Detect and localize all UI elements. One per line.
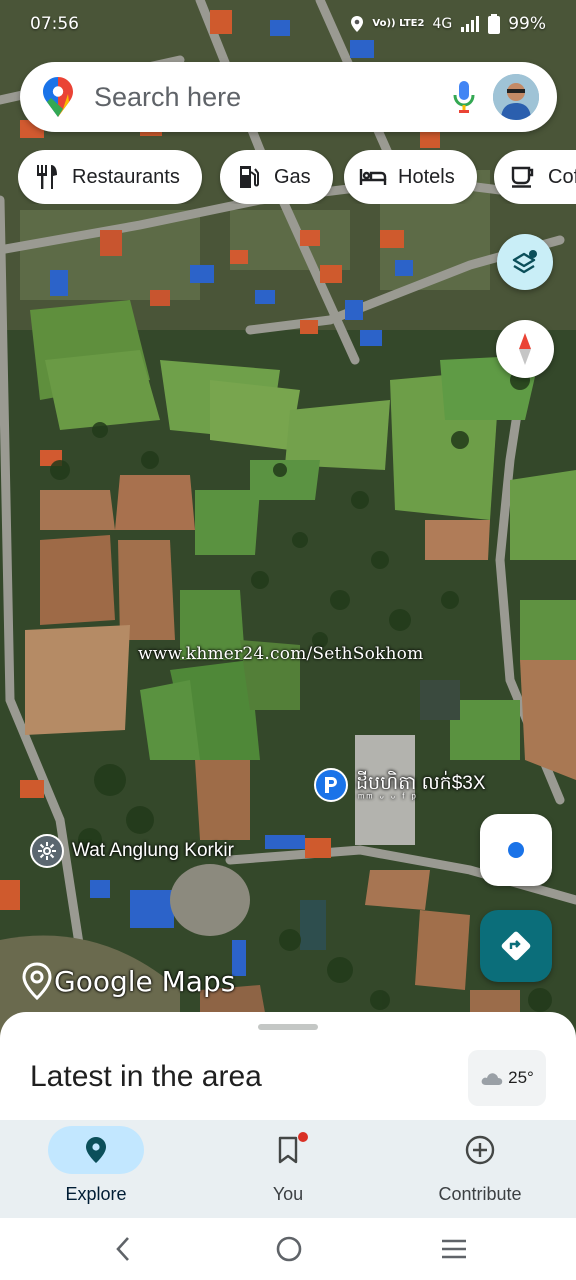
hotel-icon (358, 162, 388, 192)
recents-menu-icon[interactable] (440, 1234, 468, 1264)
wat-anglung-korkir-poi[interactable]: Wat Anglung Korkir (30, 834, 234, 868)
category-chips: Restaurants Gas Hotels Coffee (18, 150, 576, 204)
system-navigation-bar (0, 1218, 576, 1280)
khmer24-watermark: www.khmer24.com/SethSokhom (138, 644, 424, 664)
my-location-button[interactable] (480, 814, 552, 886)
sheet-title: Latest in the area (30, 1060, 262, 1093)
status-icons: Vo)) LTE2 4G 99% (350, 14, 546, 34)
nav-label: Explore (65, 1184, 127, 1204)
add-circle-icon (465, 1135, 495, 1165)
my-location-icon (508, 842, 524, 858)
contribute-pill (432, 1126, 528, 1174)
chip-hotels[interactable]: Hotels (344, 150, 477, 204)
cloud-icon (481, 1073, 503, 1085)
search-bar[interactable]: Search here (20, 62, 557, 132)
account-avatar[interactable] (493, 74, 539, 120)
directions-icon (501, 931, 531, 961)
nav-contribute[interactable]: Contribute (384, 1120, 576, 1218)
layers-button[interactable] (497, 234, 553, 290)
sheet-drag-handle[interactable] (258, 1024, 318, 1030)
chip-gas[interactable]: Gas (220, 150, 333, 204)
maps-pin-logo-icon (22, 962, 52, 1000)
back-icon[interactable] (110, 1234, 136, 1264)
notification-badge (298, 1132, 308, 1142)
restaurant-icon (32, 162, 62, 192)
weather-chip[interactable]: 25° (468, 1050, 546, 1106)
temperature: 25° (508, 1068, 534, 1087)
chip-label: Restaurants (72, 165, 180, 188)
google-maps-logo: Google Maps (22, 962, 235, 1000)
compass-button[interactable] (496, 320, 554, 378)
battery-percent: 99% (508, 14, 546, 34)
bottom-navigation: Explore You Contribute (0, 1120, 576, 1218)
google-maps-logo-text: Google Maps (54, 964, 236, 998)
search-input[interactable]: Search here (94, 82, 241, 113)
status-bar: 07:56 Vo)) LTE2 4G 99% (0, 0, 576, 48)
parking-poi[interactable]: ដីបហិតា លក់$3X ᵐᵐ ᵕ ᵕ ᶠ ᵖ (314, 768, 486, 804)
chip-label: Hotels (398, 165, 455, 188)
volte-indicator: Vo)) LTE2 (372, 18, 425, 29)
nav-label: You (272, 1184, 304, 1204)
explore-pin-icon (86, 1137, 106, 1163)
microphone-icon[interactable] (452, 80, 476, 114)
battery-icon (488, 14, 501, 34)
status-time: 07:56 (30, 14, 79, 34)
bookmark-icon (278, 1136, 298, 1164)
chip-label: Coffee (548, 165, 576, 188)
nav-explore[interactable]: Explore (0, 1120, 192, 1218)
network-type: 4G (432, 16, 453, 32)
signal-icon (461, 16, 480, 32)
chip-label: Gas (274, 165, 311, 188)
directions-button[interactable] (480, 910, 552, 982)
nav-you[interactable]: You (192, 1120, 384, 1218)
location-icon (351, 16, 364, 32)
google-maps-pin-icon (43, 77, 73, 117)
parking-poi-sublabel: ᵐᵐ ᵕ ᵕ ᶠ ᵖ (358, 792, 418, 804)
latest-in-area-sheet[interactable]: Latest in the area 25° (0, 1012, 576, 1132)
layers-icon (512, 250, 537, 274)
compass-icon (519, 333, 531, 365)
explore-pill (48, 1126, 144, 1174)
parking-icon (314, 768, 348, 802)
gas-station-icon (234, 162, 264, 192)
you-pill (240, 1126, 336, 1174)
temple-icon (30, 834, 64, 868)
chip-coffee[interactable]: Coffee (494, 150, 576, 204)
wat-poi-label: Wat Anglung Korkir (72, 840, 234, 861)
nav-label: Contribute (438, 1184, 522, 1204)
chip-restaurants[interactable]: Restaurants (18, 150, 202, 204)
coffee-icon (508, 162, 538, 192)
home-icon[interactable] (274, 1234, 304, 1264)
